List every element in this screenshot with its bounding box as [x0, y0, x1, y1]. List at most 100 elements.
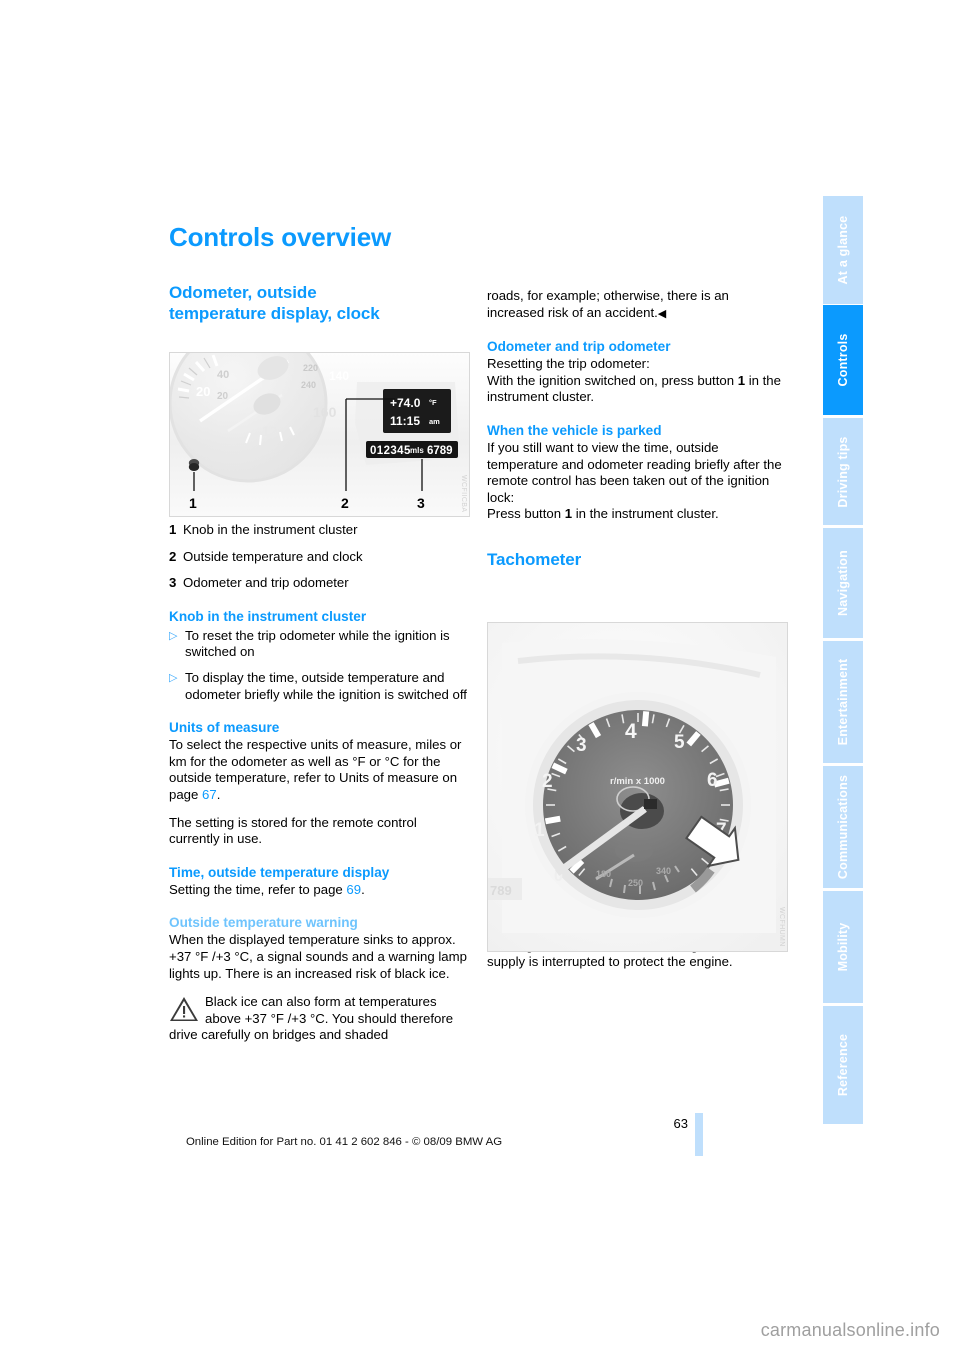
odometer-reset-label: Resetting the trip odometer: [487, 356, 650, 372]
list-item-text: To reset the trip odometer while the ign… [185, 627, 450, 660]
figure-code-cluster: WCFIICBA [460, 474, 467, 512]
svg-text:3: 3 [576, 735, 587, 756]
svg-text:40: 40 [217, 369, 229, 381]
heading-time-outside-temperature-display: Time, outside temperature display [169, 864, 390, 880]
legend-text: Knob in the instrument cluster [183, 522, 358, 537]
warning-triangle-icon [169, 996, 199, 1022]
footer-accent-bar [695, 1113, 703, 1156]
svg-text:am: am [429, 417, 440, 426]
parked-button-number: 1 [564, 506, 573, 522]
cluster-knob [188, 459, 200, 471]
odometer-reset-instruction: With the ignition switched on, press but… [487, 373, 787, 406]
heading-when-the-vehicle-is-parked: When the vehicle is parked [487, 422, 662, 438]
sidebar-tab-label: Navigation [836, 550, 850, 616]
continuation-paragraph: roads, for example; otherwise, there is … [487, 288, 787, 322]
cluster-legend: 1 Knob in the instrument cluster 2 Outsi… [169, 522, 469, 592]
svg-text:6: 6 [707, 770, 718, 791]
page-reference-link[interactable]: 69 [346, 882, 361, 897]
list-item: ▷ To display the time, outside temperatu… [169, 670, 469, 703]
svg-text:180: 180 [596, 869, 611, 879]
chapter-title: Controls overview [169, 222, 391, 252]
legend-text: Outside temperature and clock [183, 548, 363, 564]
sidebar-tab-driving-tips[interactable]: Driving tips [823, 418, 863, 525]
heading-units-of-measure: Units of measure [169, 720, 280, 736]
legend-text: Odometer and trip odometer [183, 575, 349, 591]
sidebar-tab-communications[interactable]: Communications [823, 766, 863, 888]
time-paragraph: Setting the time, refer to page 69. [169, 882, 469, 899]
legend-item: 1 Knob in the instrument cluster [169, 522, 469, 539]
svg-text:2: 2 [542, 771, 553, 792]
svg-text:789: 789 [490, 883, 512, 898]
knob-bullet-list: ▷ To reset the trip odometer while the i… [169, 628, 469, 703]
sidebar-tab-mobility[interactable]: Mobility [823, 891, 863, 1003]
cluster-trip-text: 6789 [427, 445, 453, 457]
section-title: Odometer, outside temperature display, c… [169, 282, 469, 324]
edition-footer: Online Edition for Part no. 01 41 2 602 … [185, 1136, 503, 1148]
svg-text:340: 340 [656, 866, 671, 876]
sidebar-tab-label: Reference [836, 1033, 850, 1097]
svg-text:mls: mls [410, 446, 424, 455]
heading-outside-temperature-warning: Outside temperature warning [169, 915, 358, 931]
list-item-text: To display the time, outside temperature… [185, 669, 467, 702]
sidebar-tab-label: Communications [836, 774, 850, 880]
heading-knob-in-instrument-cluster: Knob in the instrument cluster [169, 608, 367, 624]
parked-text-b: in the instrument cluster. [572, 506, 719, 522]
list-item: ▷ To reset the trip odometer while the i… [169, 628, 469, 661]
parked-text-a: Press button [487, 506, 565, 522]
sidebar-tab-label: Controls [836, 333, 850, 387]
sidebar-tab-reference[interactable]: Reference [823, 1006, 863, 1124]
sidebar-tab-label: Mobility [836, 922, 850, 972]
legend-number: 3 [169, 575, 177, 591]
cluster-clock-text: 11:15 [390, 414, 420, 428]
sidebar-tab-label: Entertainment [836, 658, 850, 746]
parked-instruction: Press button 1 in the instrument cluster… [487, 506, 787, 523]
figure-instrument-cluster: 20 40 20 220 240 140 160 12 +74.0 °F 11:… [169, 352, 470, 517]
svg-text:5: 5 [674, 732, 685, 753]
sidebar-tab-navigation[interactable]: Navigation [823, 528, 863, 638]
sidebar-tab-label: Driving tips [836, 435, 850, 508]
tachometer-unit-label: r/min x 1000 [610, 776, 665, 787]
svg-text:3: 3 [417, 495, 425, 511]
svg-text:220: 220 [303, 363, 318, 373]
sidebar-tab-controls[interactable]: Controls [823, 305, 863, 415]
units-paragraph: To select the respective units of measur… [169, 737, 469, 803]
site-watermark: carmanualsonline.info [760, 1320, 940, 1340]
svg-text:2: 2 [341, 495, 349, 511]
page-reference-link[interactable]: 67 [202, 787, 217, 802]
left-column: Controls overview Odometer, outside temp… [169, 222, 469, 1044]
sidebar-tab-at-a-glance[interactable]: At a glance [823, 196, 863, 304]
legend-number: 2 [169, 548, 177, 564]
warning-note: Black ice can also form at temperatures … [169, 994, 469, 1044]
section-title-tachometer: Tachometer [487, 549, 582, 569]
section-title-line1: Odometer, outside [169, 283, 317, 302]
cluster-temp-text: +74.0 [390, 396, 421, 410]
legend-item: 3 Odometer and trip odometer [169, 575, 469, 592]
svg-text:4: 4 [625, 720, 637, 743]
units-storage-paragraph: The setting is stored for the remote con… [169, 814, 417, 847]
section-title-line2: temperature display, clock [169, 304, 380, 323]
svg-text:240: 240 [301, 380, 316, 390]
svg-text:20: 20 [217, 391, 229, 402]
chapter-tab-rail: At a glance Controls Driving tips Naviga… [823, 196, 863, 1126]
units-text-b: . [216, 786, 221, 802]
svg-text:20: 20 [196, 384, 210, 399]
svg-text:1: 1 [534, 820, 545, 841]
figure-tachometer: 789 0 1 2 3 4 5 6 r/min x 1000 180 250 3… [487, 622, 788, 952]
svg-text:1: 1 [189, 495, 197, 511]
continuation-text: roads, for example; otherwise, there is … [487, 288, 729, 320]
odo-text-a: With the ignition switched on, press but… [487, 372, 738, 388]
triangle-bullet-icon: ▷ [169, 671, 178, 684]
svg-text:12: 12 [262, 423, 278, 439]
legend-number: 1 [169, 522, 177, 537]
figure-code-tachometer: WCFHUMN [778, 907, 785, 947]
manual-page: Controls overview Odometer, outside temp… [0, 0, 960, 1358]
cluster-odometer-text: 012345 [370, 445, 411, 457]
heading-odometer-and-trip-odometer: Odometer and trip odometer [487, 339, 671, 355]
end-of-warning-marker: ◀ [657, 307, 667, 320]
parked-paragraph: If you still want to view the time, outs… [487, 439, 782, 505]
time-text-b: . [361, 881, 365, 897]
odo-button-number: 1 [737, 372, 746, 388]
sidebar-tab-entertainment[interactable]: Entertainment [823, 641, 863, 763]
warning-paragraph: When the displayed temperature sinks to … [169, 932, 467, 981]
svg-text:°F: °F [429, 398, 437, 407]
